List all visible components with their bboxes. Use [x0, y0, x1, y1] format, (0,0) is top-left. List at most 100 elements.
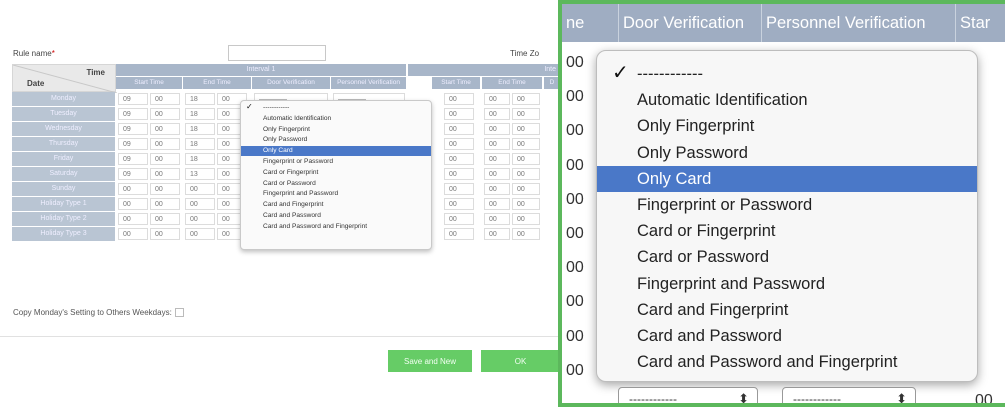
start-hour-field[interactable]: 09	[118, 138, 148, 150]
dropdown-option[interactable]: Card or Fingerprint	[597, 218, 977, 244]
dropdown-option[interactable]: Fingerprint or Password	[241, 157, 431, 167]
start-hour-field[interactable]: 00	[118, 213, 148, 225]
end-hour-field[interactable]: 18	[185, 93, 215, 105]
end-hour-2-field[interactable]: 00	[484, 93, 510, 105]
start-hour-field[interactable]: 00	[118, 183, 148, 195]
start-hour-field[interactable]: 09	[118, 168, 148, 180]
end-minute-2-field[interactable]: 00	[512, 183, 540, 195]
door-verification-dropdown-small: ✓ ------------ Automatic Identification On…	[240, 100, 432, 250]
start-minute-2-field[interactable]: 00	[444, 138, 474, 150]
start-hour-field[interactable]: 09	[118, 123, 148, 135]
end-minute-2-field[interactable]: 00	[512, 153, 540, 165]
row-time-value: 00	[566, 361, 584, 379]
end-hour-field[interactable]: 18	[185, 138, 215, 150]
zoom-header-door-verification: Door Verification	[618, 4, 763, 42]
end-minute-2-field[interactable]: 00	[512, 213, 540, 225]
dropdown-option[interactable]: Only Card	[597, 165, 977, 192]
dropdown-option[interactable]: Card and Password and Fingerprint	[597, 349, 977, 375]
day-label: Thursday	[12, 137, 115, 151]
save-and-new-button[interactable]: Save and New	[388, 350, 472, 372]
dropdown-option[interactable]: Card and Fingerprint	[597, 297, 977, 323]
start-minute-field[interactable]: 00	[150, 138, 180, 150]
dropdown-option[interactable]: Only Fingerprint	[241, 125, 431, 135]
end-hour-2-field[interactable]: 00	[484, 213, 510, 225]
start-minute-2-field[interactable]: 00	[444, 213, 474, 225]
end-minute-2-field[interactable]: 00	[512, 93, 540, 105]
dropdown-option[interactable]: Card or Password	[241, 179, 431, 189]
ok-button[interactable]: OK	[481, 350, 560, 372]
dropdown-option[interactable]: Only Password	[241, 135, 431, 145]
rule-name-input[interactable]	[228, 45, 326, 61]
start-hour-field[interactable]: 00	[118, 228, 148, 240]
end-minute-2-field[interactable]: 00	[512, 168, 540, 180]
start-minute-2-field[interactable]: 00	[444, 123, 474, 135]
dropdown-option[interactable]: Card and Password	[597, 323, 977, 349]
start-minute-field[interactable]: 00	[150, 123, 180, 135]
start-minute-2-field[interactable]: 00	[444, 198, 474, 210]
end-hour-field[interactable]: 18	[185, 153, 215, 165]
start-hour-field[interactable]: 09	[118, 153, 148, 165]
start-minute-field[interactable]: 00	[150, 213, 180, 225]
start-minute-2-field[interactable]: 00	[444, 108, 474, 120]
end-hour-2-field[interactable]: 00	[484, 108, 510, 120]
row-time-value: 00	[566, 225, 584, 242]
start-minute-2-field[interactable]: 00	[444, 183, 474, 195]
start-hour-field[interactable]: 09	[118, 108, 148, 120]
zoom-header-bar: ne Door Verification Personnel Verificat…	[562, 4, 1005, 42]
end-minute-2-field[interactable]: 00	[512, 108, 540, 120]
end-hour-field[interactable]: 00	[185, 183, 215, 195]
start-minute-field[interactable]: 00	[150, 108, 180, 120]
end-hour-2-field[interactable]: 00	[484, 123, 510, 135]
dropdown-option[interactable]: ------------	[241, 103, 431, 113]
start-minute-2-field[interactable]: 00	[444, 93, 474, 105]
start-minute-2-field[interactable]: 00	[444, 168, 474, 180]
dropdown-option[interactable]: Fingerprint or Password	[597, 192, 977, 218]
dropdown-option[interactable]: Automatic Identification	[597, 87, 977, 113]
start-minute-2-field[interactable]: 00	[444, 153, 474, 165]
start-minute-field[interactable]: 00	[150, 228, 180, 240]
start-minute-field[interactable]: 00	[150, 198, 180, 210]
end-hour-field[interactable]: 00	[185, 228, 215, 240]
start-minute-field[interactable]: 00	[150, 93, 180, 105]
end-minute-2-field[interactable]: 00	[512, 198, 540, 210]
dropdown-option[interactable]: Fingerprint and Password	[241, 189, 431, 199]
dropdown-option[interactable]: Card or Fingerprint	[241, 168, 431, 178]
end-hour-2-field[interactable]: 00	[484, 198, 510, 210]
dropdown-option[interactable]: Card and Password and Fingerprint	[241, 222, 431, 232]
copy-monday-checkbox[interactable]	[174, 308, 184, 318]
end-hour-2-field[interactable]: 00	[484, 228, 510, 240]
end-hour-field[interactable]: 18	[185, 123, 215, 135]
end-hour-field[interactable]: 00	[185, 213, 215, 225]
end-hour-field[interactable]: 00	[185, 198, 215, 210]
dropdown-option[interactable]: Automatic Identification	[241, 114, 431, 124]
dropdown-option[interactable]: Only Fingerprint	[597, 113, 977, 139]
copy-monday-setting: Copy Monday's Setting to Others Weekdays…	[13, 308, 184, 318]
dropdown-option[interactable]: Only Password	[597, 140, 977, 166]
start-minute-2-field[interactable]: 00	[444, 228, 474, 240]
door-verification-select[interactable]: ------------ ⬍	[618, 387, 758, 403]
personnel-verification-select[interactable]: ------------ ⬍	[782, 387, 916, 403]
dropdown-option[interactable]: Card and Fingerprint	[241, 200, 431, 210]
dropdown-option[interactable]: Card or Password	[597, 244, 977, 270]
end-minute-2-field[interactable]: 00	[512, 138, 540, 150]
dropdown-option[interactable]: Card and Password	[241, 211, 431, 221]
end-minute-2-field[interactable]: 00	[512, 228, 540, 240]
start-hour-field[interactable]: 00	[118, 198, 148, 210]
zoom-header-start-fragment: Star	[955, 4, 1005, 42]
end-minute-2-field[interactable]: 00	[512, 123, 540, 135]
end-hour-2-field[interactable]: 00	[484, 183, 510, 195]
row-time-value: 00	[566, 190, 584, 208]
dropdown-option[interactable]: Fingerprint and Password	[597, 271, 977, 297]
start-minute-field[interactable]: 00	[150, 168, 180, 180]
end-hour-2-field[interactable]: 00	[484, 153, 510, 165]
start-minute-field[interactable]: 00	[150, 153, 180, 165]
dropdown-option[interactable]: ------------	[597, 61, 977, 87]
end-hour-field[interactable]: 18	[185, 108, 215, 120]
end-hour-2-field[interactable]: 00	[484, 138, 510, 150]
start-minute-field[interactable]: 00	[150, 183, 180, 195]
end-hour-field[interactable]: 13	[185, 168, 215, 180]
dropdown-option[interactable]: Only Card	[241, 146, 431, 157]
start-hour-field[interactable]: 09	[118, 93, 148, 105]
end-hour-2-field[interactable]: 00	[484, 168, 510, 180]
sub-header-start-time-2: Start Time	[432, 77, 480, 89]
